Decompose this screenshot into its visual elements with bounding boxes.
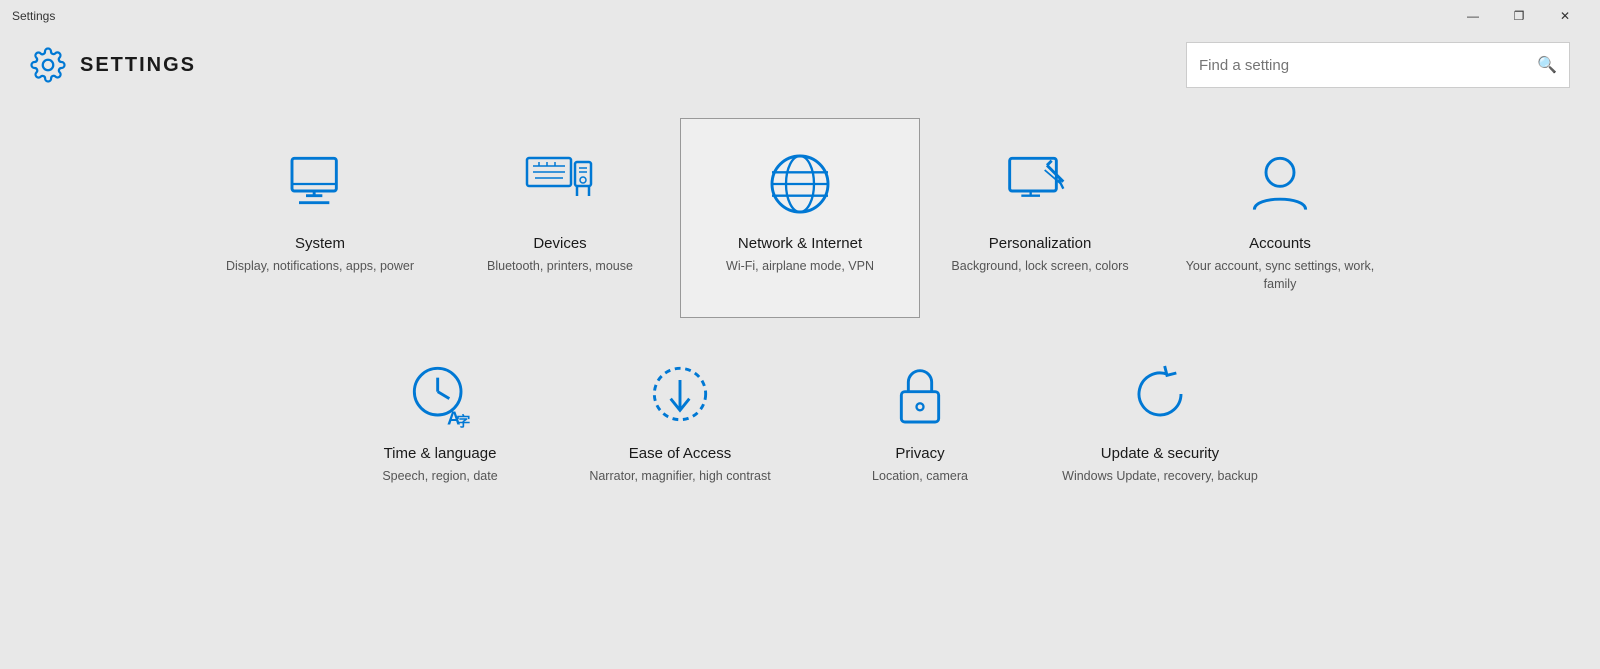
time-name: Time & language [384,445,497,462]
system-desc: Display, notifications, apps, power [226,258,414,276]
header-left: SETTINGS [30,47,196,83]
devices-desc: Bluetooth, printers, mouse [487,258,633,276]
setting-privacy[interactable]: Privacy Location, camera [800,328,1040,528]
network-name: Network & Internet [738,235,862,252]
search-box[interactable]: 🔍 [1186,42,1570,88]
privacy-icon [885,359,955,429]
update-icon [1125,359,1195,429]
title-bar: Settings — ❐ ✕ [0,0,1600,32]
search-input[interactable] [1199,57,1537,74]
settings-gear-icon [30,47,66,83]
setting-system[interactable]: System Display, notifications, apps, pow… [200,118,440,318]
system-icon [285,149,355,219]
setting-accounts[interactable]: Accounts Your account, sync settings, wo… [1160,118,1400,318]
network-icon [765,149,835,219]
setting-time[interactable]: A 字 Time & language Speech, region, date [320,328,560,528]
title-bar-left: Settings [12,9,55,23]
settings-row-2: A 字 Time & language Speech, region, date… [60,328,1540,528]
title-bar-controls: — ❐ ✕ [1450,0,1588,32]
setting-update[interactable]: Update & security Windows Update, recove… [1040,328,1280,528]
privacy-desc: Location, camera [872,468,968,486]
svg-text:字: 字 [456,414,470,429]
system-name: System [295,235,345,252]
maximize-button[interactable]: ❐ [1496,0,1542,32]
devices-name: Devices [533,235,586,252]
ease-name: Ease of Access [629,445,732,462]
setting-devices[interactable]: Devices Bluetooth, printers, mouse [440,118,680,318]
network-desc: Wi-Fi, airplane mode, VPN [726,258,874,276]
settings-main: System Display, notifications, apps, pow… [0,98,1600,558]
setting-personalization[interactable]: Personalization Background, lock screen,… [920,118,1160,318]
close-button[interactable]: ✕ [1542,0,1588,32]
header: SETTINGS 🔍 [0,32,1600,98]
setting-ease[interactable]: Ease of Access Narrator, magnifier, high… [560,328,800,528]
accounts-icon [1245,149,1315,219]
setting-network[interactable]: Network & Internet Wi-Fi, airplane mode,… [680,118,920,318]
time-icon: A 字 [405,359,475,429]
settings-row-1: System Display, notifications, apps, pow… [60,118,1540,318]
minimize-button[interactable]: — [1450,0,1496,32]
accounts-name: Accounts [1249,235,1311,252]
title-bar-label: Settings [12,9,55,23]
devices-icon [525,149,595,219]
personalization-icon [1005,149,1075,219]
personalization-name: Personalization [989,235,1092,252]
ease-desc: Narrator, magnifier, high contrast [589,468,770,486]
time-desc: Speech, region, date [382,468,497,486]
update-name: Update & security [1101,445,1219,462]
app-title: SETTINGS [80,54,196,77]
update-desc: Windows Update, recovery, backup [1062,468,1258,486]
privacy-name: Privacy [895,445,944,462]
accounts-desc: Your account, sync settings, work, famil… [1181,258,1379,293]
personalization-desc: Background, lock screen, colors [951,258,1128,276]
ease-icon [645,359,715,429]
search-icon[interactable]: 🔍 [1537,55,1557,75]
